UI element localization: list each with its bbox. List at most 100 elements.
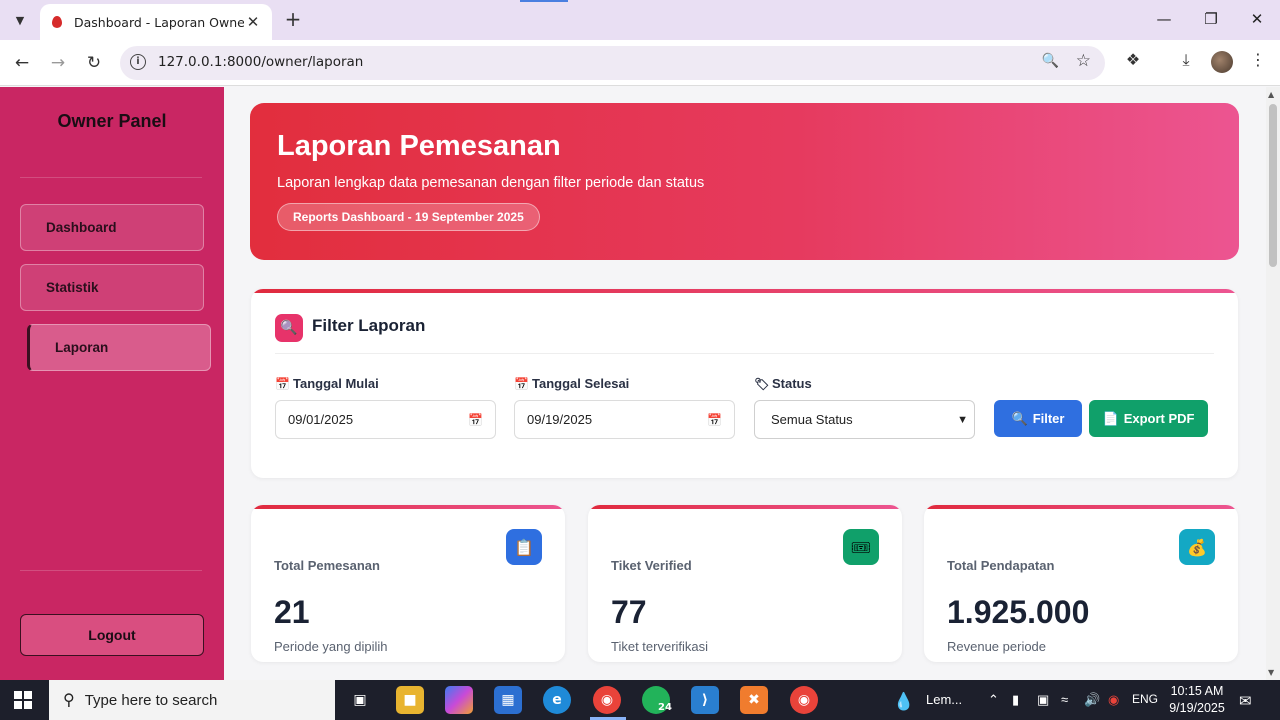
file-explorer-icon[interactable]: ■ [396, 686, 424, 714]
clipboard-icon: 📋 [506, 529, 542, 565]
xampp-icon[interactable]: ✖ [740, 686, 768, 714]
menu-kebab-icon[interactable]: ⋮ [1245, 50, 1271, 69]
end-date-value: 09/19/2025 [527, 412, 593, 427]
filter-button[interactable]: 🔍 Filter [994, 400, 1082, 437]
wifi-icon[interactable]: ≈ [1061, 692, 1068, 707]
browser-tab-bar: ▼ Dashboard - Laporan Owner ✕ + — ❐ ✕ [0, 0, 1280, 40]
search-icon: ⚲ [63, 692, 75, 709]
battery-icon[interactable]: ▮ [1012, 692, 1019, 708]
stat-value: 1.925.000 [947, 594, 1090, 630]
tab-title: Dashboard - Laporan Owner [74, 14, 244, 30]
tab-search-chevron-icon[interactable]: ▼ [8, 8, 32, 32]
chrome-icon[interactable]: ◉ [593, 686, 621, 714]
page-title: Laporan Pemesanan [277, 130, 561, 162]
url-text[interactable]: 127.0.0.1:8000/owner/laporan [158, 54, 363, 70]
stat-label: Tiket Verified [611, 558, 692, 573]
edge-icon[interactable]: e [543, 686, 571, 714]
clock[interactable]: 10:15 AM 9/19/2025 [1166, 683, 1228, 717]
status-select[interactable]: Semua Status ▼ [754, 400, 975, 439]
copilot-icon[interactable] [445, 686, 473, 714]
browser-toolbar: ← → ↻ i 127.0.0.1:8000/owner/laporan 🔍 ☆… [0, 40, 1280, 86]
scroll-up-icon[interactable]: ▲ [1268, 90, 1274, 99]
forward-icon[interactable]: → [45, 50, 71, 76]
main-content: Laporan Pemesanan Laporan lengkap data p… [224, 87, 1266, 680]
windows-start-icon[interactable] [14, 691, 32, 709]
language-indicator[interactable]: ENG [1132, 692, 1158, 706]
new-tab-icon[interactable]: + [282, 8, 304, 32]
notification-icon[interactable]: ✉ [1239, 692, 1252, 710]
chrome-profile-icon[interactable]: ◉ [790, 686, 818, 714]
logout-button[interactable]: Logout [20, 614, 204, 656]
stat-card-tiket-verified: Tiket Verified 🎟 77 Tiket terverifikasi [588, 505, 902, 662]
end-date-label: 📅 Tanggal Selesai [514, 376, 629, 391]
weather-icon[interactable]: 💧 [893, 692, 914, 712]
address-bar[interactable]: i 127.0.0.1:8000/owner/laporan 🔍 ☆ [120, 46, 1105, 80]
stat-note: Revenue periode [947, 639, 1047, 654]
document-icon: 📄 [1102, 410, 1119, 426]
scroll-down-icon[interactable]: ▼ [1268, 668, 1274, 677]
money-bag-icon: 💰 [1179, 529, 1215, 565]
download-icon[interactable]: ⤓ [1173, 50, 1199, 70]
clock-date: 9/19/2025 [1169, 701, 1225, 715]
start-date-label-text: Tanggal Mulai [293, 376, 379, 391]
calendar-icon: 📅 [275, 376, 290, 391]
restore-icon[interactable]: ❐ [1196, 10, 1226, 28]
site-info-icon[interactable]: i [130, 54, 146, 70]
status-label-text: Status [772, 376, 812, 391]
date-picker-icon[interactable]: 📅 [468, 413, 483, 427]
task-view-icon[interactable]: ▣ [346, 686, 374, 714]
filter-button-label: Filter [1032, 411, 1065, 426]
sidebar-item-laporan[interactable]: Laporan [27, 324, 211, 371]
search-icon: 🔍 [1011, 410, 1028, 426]
page-subtitle: Laporan lengkap data pemesanan dengan fi… [277, 175, 705, 191]
whatsapp-badge: 24 [658, 701, 672, 713]
clock-time: 10:15 AM [1170, 684, 1224, 698]
end-date-input[interactable]: 09/19/2025 📅 [514, 400, 735, 439]
export-pdf-button[interactable]: 📄 Export PDF [1089, 400, 1208, 437]
weather-text[interactable]: Lem... [926, 692, 962, 707]
zoom-icon[interactable]: 🔍 [1042, 53, 1059, 69]
ticket-icon: 🎟 [843, 529, 879, 565]
browser-tab[interactable]: Dashboard - Laporan Owner ✕ [40, 4, 272, 40]
start-date-input[interactable]: 09/01/2025 📅 [275, 400, 496, 439]
export-button-label: Export PDF [1123, 411, 1195, 426]
tab-strip-indicator [520, 0, 568, 2]
back-icon[interactable]: ← [9, 50, 35, 76]
favicon-icon [52, 16, 62, 28]
start-date-value: 09/01/2025 [288, 412, 354, 427]
start-date-label: 📅 Tanggal Mulai [275, 376, 379, 391]
close-tab-icon[interactable]: ✕ [244, 13, 262, 31]
close-window-icon[interactable]: ✕ [1242, 10, 1272, 28]
filter-divider [275, 353, 1214, 354]
date-picker-icon[interactable]: 📅 [707, 413, 722, 427]
filter-card: 🔍 Filter Laporan 📅 Tanggal Mulai 09/01/2… [251, 289, 1238, 478]
minimize-icon[interactable]: — [1149, 10, 1179, 28]
profile-avatar[interactable] [1211, 51, 1233, 73]
extensions-icon[interactable]: ❖ [1120, 50, 1146, 69]
tag-icon: 🏷 [754, 376, 770, 391]
chevron-down-icon: ▼ [957, 413, 968, 426]
stat-card-total-pendapatan: Total Pendapatan 💰 1.925.000 Revenue per… [924, 505, 1238, 662]
sidebar-divider [20, 570, 202, 571]
calendar-icon: 📅 [514, 376, 529, 391]
sidebar-divider [20, 177, 202, 178]
sidebar-item-dashboard[interactable]: Dashboard [20, 204, 204, 251]
meet-icon[interactable]: ▣ [1037, 692, 1049, 708]
vscode-icon[interactable]: ⟩ [691, 686, 719, 714]
stat-label: Total Pemesanan [274, 558, 380, 573]
page-scrollbar[interactable]: ▲ ▼ [1266, 87, 1280, 680]
reload-icon[interactable]: ↻ [81, 50, 107, 76]
windows-taskbar: ⚲ Type here to search ▣ ■ ▦ e ◉ 24 ⟩ ✖ ◉… [0, 680, 1280, 720]
stat-value: 21 [274, 594, 310, 630]
brand-title: Owner Panel [57, 111, 167, 131]
sidebar-item-statistik[interactable]: Statistik [20, 264, 204, 311]
scrollbar-thumb[interactable] [1269, 104, 1277, 267]
taskbar-search[interactable]: ⚲ Type here to search [49, 680, 335, 720]
tray-chevron-icon[interactable]: ⌃ [988, 692, 999, 708]
whatsapp-icon[interactable]: 24 [642, 686, 672, 714]
store-icon[interactable]: ▦ [494, 686, 522, 714]
volume-icon[interactable]: 🔊 [1084, 692, 1100, 708]
status-label: 🏷 Status [754, 376, 812, 391]
bookmark-star-icon[interactable]: ☆ [1076, 51, 1091, 71]
chrome-tray-icon[interactable]: ◉ [1108, 692, 1119, 708]
